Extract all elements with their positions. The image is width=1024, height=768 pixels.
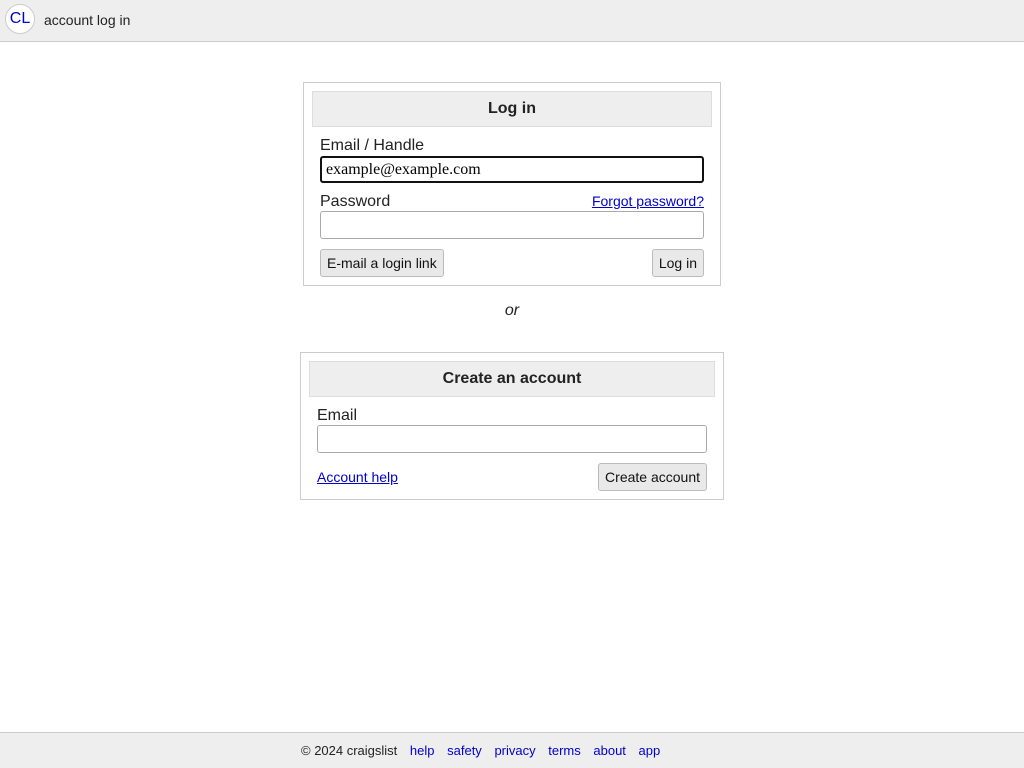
account-help-link[interactable]: Account help (317, 469, 398, 485)
footer-link-safety[interactable]: safety (447, 743, 482, 758)
craigslist-logo[interactable]: CL (5, 4, 35, 34)
email-login-link-button[interactable]: E-mail a login link (320, 249, 444, 277)
create-account-heading: Create an account (309, 361, 715, 397)
footer: © 2024 craigslist help safety privacy te… (0, 732, 1024, 768)
footer-link-terms[interactable]: terms (548, 743, 581, 758)
page-title: account log in (44, 12, 131, 28)
top-bar: CL account log in (0, 0, 1024, 42)
email-handle-label: Email / Handle (320, 137, 425, 154)
email-handle-input[interactable] (320, 156, 704, 183)
login-panel: Log in Email / Handle Password Forgot pa… (303, 82, 721, 286)
signup-email-input[interactable] (317, 425, 707, 453)
footer-links: © 2024 craigslist help safety privacy te… (301, 743, 660, 758)
forgot-password-link[interactable]: Forgot password? (592, 193, 704, 209)
password-input[interactable] (320, 211, 704, 239)
create-account-button[interactable]: Create account (598, 463, 707, 491)
footer-link-app[interactable]: app (639, 743, 661, 758)
copyright-text: © 2024 craigslist (301, 743, 398, 758)
or-separator: or (504, 302, 520, 319)
signup-email-label: Email (317, 407, 358, 424)
password-label: Password (320, 193, 391, 210)
footer-link-help[interactable]: help (410, 743, 435, 758)
footer-link-about[interactable]: about (593, 743, 626, 758)
footer-link-privacy[interactable]: privacy (494, 743, 535, 758)
create-account-panel: Create an account Email Account help Cre… (300, 352, 724, 500)
login-button[interactable]: Log in (651, 249, 704, 277)
login-heading: Log in (312, 91, 712, 127)
